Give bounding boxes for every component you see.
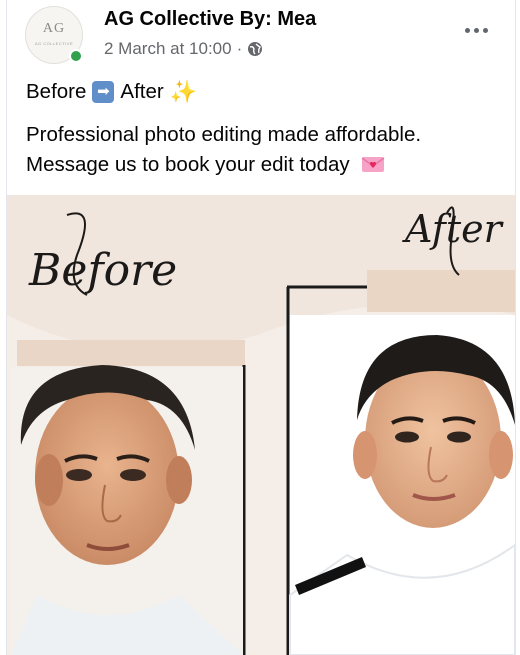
globe-icon (248, 42, 263, 56)
post-meta: 2 March at 10:00 · (104, 39, 263, 59)
post-caption-line1: Before ➡ After ✨ (26, 77, 496, 107)
before-label: Before (29, 245, 178, 296)
author-name[interactable]: AG Collective By: Mea (104, 8, 316, 31)
avatar-tagline: AG COLLECTIVE (34, 41, 74, 46)
after-label: After (405, 207, 502, 251)
love-letter-icon (361, 157, 385, 172)
caption-before: Before (26, 80, 87, 103)
caption-after: After (120, 80, 164, 103)
post-image[interactable]: Before After (7, 195, 515, 655)
arrow-right-icon: ➡ (92, 81, 115, 103)
online-status-dot (69, 49, 83, 63)
meta-separator: · (236, 39, 243, 58)
more-options-icon[interactable] (461, 20, 491, 40)
sparkles-icon: ✨ (169, 79, 198, 104)
avatar-monogram: AG (42, 21, 66, 36)
post-message: Professional photo editing made affordab… (26, 120, 496, 180)
post-card: AG AG COLLECTIVE AG Collective By: Mea 2… (6, 0, 516, 655)
post-timestamp[interactable]: 2 March at 10:00 (104, 39, 232, 59)
post-header: AG AG COLLECTIVE AG Collective By: Mea 2… (25, 6, 515, 66)
